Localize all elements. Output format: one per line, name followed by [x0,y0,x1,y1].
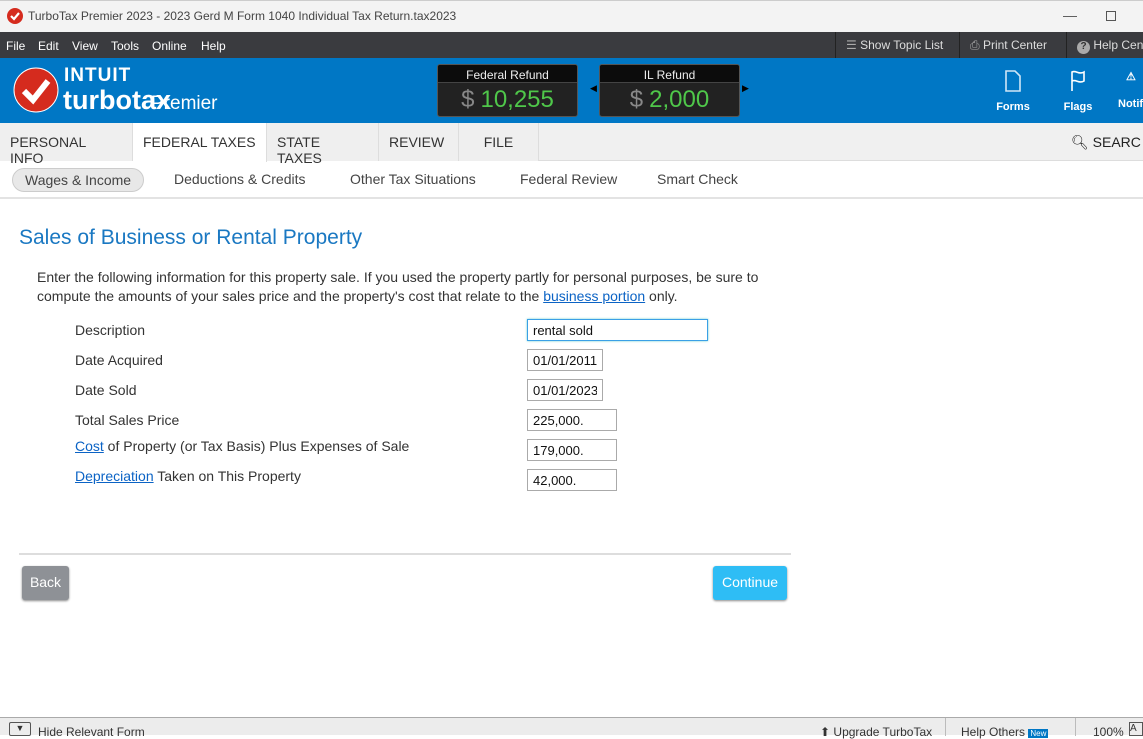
caret-left-icon[interactable]: ◀ [590,83,597,94]
menu-bar: File Edit View Tools Online Help ☰ Show … [0,32,1143,58]
caret-down-icon[interactable]: ▼ [9,722,31,736]
arrow-up-icon: ⬆ [820,725,831,739]
sales-price-label: Total Sales Price [75,412,180,428]
tab-personal-info[interactable]: PERSONAL INFO [0,123,133,166]
date-sold-label: Date Sold [75,382,137,398]
menu-tools[interactable]: Tools [111,39,139,53]
continue-button[interactable]: Continue [713,566,787,600]
caret-right-icon[interactable]: ▶ [742,83,749,94]
window-title: TurboTax Premier 2023 - 2023 Gerd M Form… [28,9,457,23]
menu-file[interactable]: File [6,39,25,53]
tab-review[interactable]: REVIEW [379,123,459,161]
new-badge: New [1028,729,1049,738]
main-tabs: PERSONAL INFO FEDERAL TAXES STATE TAXES … [0,123,1143,166]
minimize-button[interactable]: — [1063,7,1077,23]
help-center-button[interactable]: ? Help Cen [1066,32,1143,58]
search-icon: 🔍︎ [1071,134,1089,150]
app-header: INTUIT turbotax Premier Federal Refund $… [0,58,1143,123]
state-refund-amount: 2,000 [649,86,710,113]
hide-relevant-form-button[interactable]: Hide Relevant Form [38,725,145,739]
federal-refund-label: Federal Refund [438,65,577,83]
divider [19,553,791,555]
search-button[interactable]: 🔍︎ SEARC [1071,134,1141,151]
subnav-deductions-credits[interactable]: Deductions & Credits [174,171,306,187]
text-size-button[interactable]: A [1129,722,1143,736]
back-button[interactable]: Back [22,566,69,600]
status-bar: ▼ Hide Relevant Form ⬆ Upgrade TurboTax … [0,717,1143,739]
intro-text: Enter the following information for this… [37,269,759,304]
description-input[interactable] [527,319,708,341]
flag-icon [1071,70,1085,91]
depreciation-link[interactable]: Depreciation [75,468,154,484]
cost-label: Cost of Property (or Tax Basis) Plus Exp… [75,438,410,454]
menu-view[interactable]: View [72,39,98,53]
help-others-button[interactable]: Help Others New [961,725,1049,739]
flags-button[interactable]: Flags [1053,70,1103,113]
business-portion-link[interactable]: business portion [543,288,645,304]
bell-icon: ⚠ [1126,71,1136,83]
depreciation-input[interactable] [527,469,617,491]
document-icon [1005,70,1021,92]
print-center-button[interactable]: ⎙ Print Center [959,32,1057,58]
notifications-button[interactable]: ⚠ Notifi [1112,70,1143,110]
list-icon: ☰ [846,38,857,52]
date-sold-input[interactable] [527,379,603,401]
forms-button[interactable]: Forms [988,70,1038,113]
sub-navigation: Wages & Income Deductions & Credits Othe… [0,161,1143,199]
tab-file[interactable]: FILE [459,123,539,161]
federal-refund-meter[interactable]: Federal Refund $10,255 [437,64,578,117]
intuit-logo: INTUIT [64,65,132,86]
tab-state-taxes[interactable]: STATE TAXES [267,123,379,166]
edition-label: Premier [151,93,218,114]
tab-federal-taxes[interactable]: FEDERAL TAXES [133,123,267,162]
printer-icon: ⎙ [970,38,980,52]
date-acquired-input[interactable] [527,349,603,371]
maximize-button[interactable] [1106,11,1116,21]
zoom-level: 100% [1093,725,1124,739]
turbotax-check-logo-icon [13,67,59,113]
show-topic-list-button[interactable]: ☰ Show Topic List [835,32,953,58]
subnav-federal-review[interactable]: Federal Review [520,171,617,187]
sales-price-input[interactable] [527,409,617,431]
description-label: Description [75,322,146,338]
federal-refund-amount: 10,255 [480,86,554,113]
subnav-other-tax-situations[interactable]: Other Tax Situations [350,171,476,187]
state-refund-meter[interactable]: IL Refund $2,000 [599,64,740,117]
subnav-wages-income[interactable]: Wages & Income [12,168,145,192]
cost-input[interactable] [527,439,617,461]
menu-help[interactable]: Help [201,39,226,53]
date-acquired-label: Date Acquired [75,352,163,368]
depreciation-label: Depreciation Taken on This Property [75,468,301,484]
title-bar: TurboTax Premier 2023 - 2023 Gerd M Form… [0,0,1143,32]
menu-edit[interactable]: Edit [38,39,59,53]
upgrade-button[interactable]: ⬆ Upgrade TurboTax [820,725,932,739]
subnav-smart-check[interactable]: Smart Check [657,171,738,187]
help-icon: ? [1077,41,1090,54]
menu-online[interactable]: Online [152,39,187,53]
page-title: Sales of Business or Rental Property [19,226,363,249]
turbotax-logo-icon [7,8,23,24]
state-refund-label: IL Refund [600,65,739,83]
cost-link[interactable]: Cost [75,438,104,454]
